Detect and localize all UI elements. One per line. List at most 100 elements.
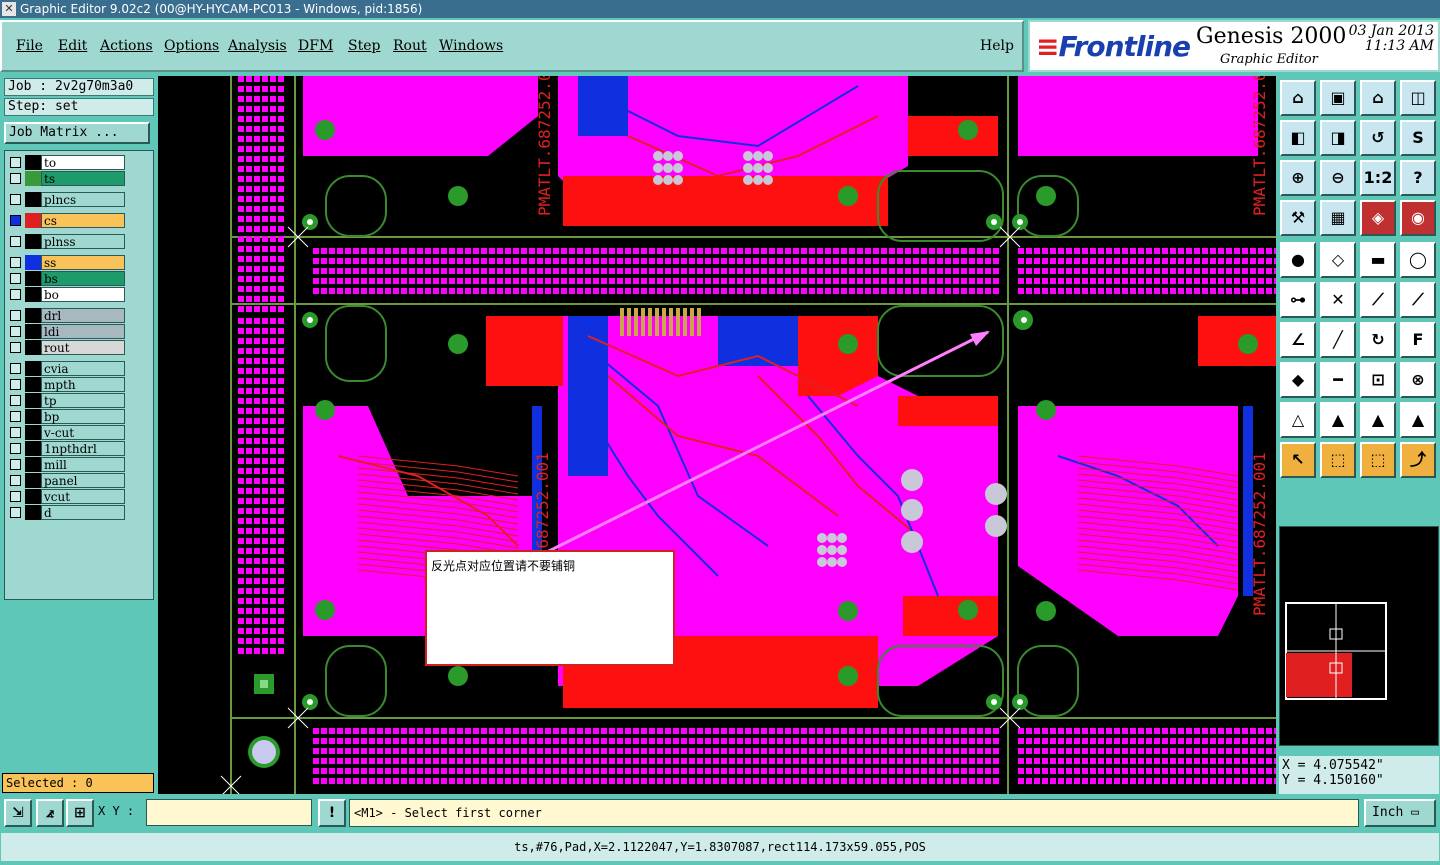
group-icon[interactable]: ⊗ <box>1400 362 1436 398</box>
layer-color-swatch[interactable] <box>25 155 41 170</box>
layer-checkbox[interactable] <box>10 363 21 374</box>
layer-checkbox[interactable] <box>10 257 21 268</box>
layer-row-d[interactable]: d <box>7 505 127 520</box>
layer-checkbox[interactable] <box>10 157 21 168</box>
minimap[interactable] <box>1279 526 1439 746</box>
layer-color-swatch[interactable] <box>25 425 41 440</box>
layer-name[interactable]: plncs <box>41 192 125 207</box>
pan-left-icon[interactable]: ◧ <box>1280 120 1316 156</box>
triangle-icon[interactable]: △ <box>1280 402 1316 438</box>
menu-help[interactable]: Help <box>980 38 1014 54</box>
layer-checkbox[interactable] <box>10 507 21 518</box>
layer-name[interactable]: vcut <box>41 489 125 504</box>
rotate-arc-icon[interactable]: ↻ <box>1360 322 1396 358</box>
layer-name[interactable]: ts <box>41 171 125 186</box>
layer-row-cvia[interactable]: cvia <box>7 361 127 376</box>
layer-checkbox[interactable] <box>10 289 21 300</box>
layer-color-swatch[interactable] <box>25 234 41 249</box>
layer-row-bp[interactable]: bp <box>7 409 127 424</box>
layer-checkbox[interactable] <box>10 215 21 226</box>
split-icon[interactable]: ━ <box>1320 362 1356 398</box>
menu-step[interactable]: Step <box>348 38 380 54</box>
grid-icon[interactable]: ▦ <box>1320 200 1356 236</box>
layer-color-swatch[interactable] <box>25 473 41 488</box>
fit-icon[interactable]: ⊡ <box>1360 362 1396 398</box>
layer-name[interactable]: bp <box>41 409 125 424</box>
layer-name[interactable]: ldi <box>41 324 125 339</box>
layer-checkbox[interactable] <box>10 443 21 454</box>
layer-checkbox[interactable] <box>10 459 21 470</box>
pan-right-icon[interactable]: ◨ <box>1320 120 1356 156</box>
layer-color-swatch[interactable] <box>25 324 41 339</box>
layer-row-v-cut[interactable]: v-cut <box>7 425 127 440</box>
layer-name[interactable]: d <box>41 505 125 520</box>
layer-name[interactable]: ss <box>41 255 125 270</box>
select-poly-icon[interactable]: ⬚ <box>1360 442 1396 478</box>
layer-row-tp[interactable]: tp <box>7 393 127 408</box>
window-icon[interactable]: ◫ <box>1400 80 1436 116</box>
layer-checkbox[interactable] <box>10 310 21 321</box>
layer-row-plnss[interactable]: plnss <box>7 234 127 249</box>
grid-icon[interactable]: ⊞ <box>66 799 94 827</box>
angle-icon[interactable]: ∠ <box>1280 322 1316 358</box>
layer-color-swatch[interactable] <box>25 489 41 504</box>
layer-color-swatch[interactable] <box>25 377 41 392</box>
layer-color-swatch[interactable] <box>25 271 41 286</box>
layer-name[interactable]: 1npthdrl <box>41 441 125 456</box>
xy-input[interactable] <box>146 799 312 826</box>
layer-name[interactable]: mpth <box>41 377 125 392</box>
layer-name[interactable]: rout <box>41 340 125 355</box>
layer-checkbox[interactable] <box>10 342 21 353</box>
layer-row-panel[interactable]: panel <box>7 473 127 488</box>
layer-checkbox[interactable] <box>10 326 21 337</box>
zoom-out-icon[interactable]: ⊖ <box>1320 160 1356 196</box>
zoom-in-icon[interactable]: ⊕ <box>1280 160 1316 196</box>
unit-selector[interactable]: Inch ▭ <box>1364 799 1436 827</box>
layer-name[interactable]: v-cut <box>41 425 125 440</box>
menu-edit[interactable]: Edit <box>58 38 87 54</box>
triangle3-icon[interactable]: ▲ <box>1360 402 1396 438</box>
layer-name[interactable]: bo <box>41 287 125 302</box>
window-close-icon[interactable]: ✕ <box>2 2 16 16</box>
warning-icon[interactable]: ! <box>318 799 346 827</box>
edit-shape-icon[interactable]: ◇ <box>1320 242 1356 278</box>
layer-checkbox[interactable] <box>10 273 21 284</box>
layer-row-plncs[interactable]: plncs <box>7 192 127 207</box>
layer-row-ss[interactable]: ss <box>7 255 127 270</box>
minimap-viewport[interactable] <box>1286 653 1352 697</box>
menu-dfm[interactable]: DFM <box>298 38 333 54</box>
layer-color-swatch[interactable] <box>25 361 41 376</box>
home-icon[interactable]: ⌂ <box>1360 80 1396 116</box>
layer-name[interactable]: cs <box>41 213 125 228</box>
layer-row-to[interactable]: to <box>7 155 127 170</box>
layer-row-cs[interactable]: cs <box>7 213 127 228</box>
text-icon[interactable]: F <box>1400 322 1436 358</box>
measure-icon[interactable]: ⦨ <box>36 799 64 827</box>
rotate-icon[interactable]: ↺ <box>1360 120 1396 156</box>
layer-color-swatch[interactable] <box>25 255 41 270</box>
layer-row-bo[interactable]: bo <box>7 287 127 302</box>
layer-color-swatch[interactable] <box>25 457 41 472</box>
layer-checkbox[interactable] <box>10 173 21 184</box>
zoom-home-icon[interactable]: ⌂ <box>1280 80 1316 116</box>
cross-icon[interactable]: ✕ <box>1320 282 1356 318</box>
menu-rout[interactable]: Rout <box>393 38 427 54</box>
layer-color-swatch[interactable] <box>25 308 41 323</box>
layer-checkbox[interactable] <box>10 427 21 438</box>
help-icon[interactable]: ? <box>1400 160 1436 196</box>
layer-row-vcut[interactable]: vcut <box>7 489 127 504</box>
pcb-graphic[interactable]: PMATLT.687252.001 PMATLT.687252.001PMATLT… <box>158 76 1276 794</box>
layer-row-bs[interactable]: bs <box>7 271 127 286</box>
layer-color-swatch[interactable] <box>25 505 41 520</box>
circle-icon[interactable]: ◯ <box>1400 242 1436 278</box>
line-icon[interactable]: ⟋ <box>1360 282 1396 318</box>
tools-icon[interactable]: ⚒ <box>1280 200 1316 236</box>
layer-checkbox[interactable] <box>10 411 21 422</box>
layer-checkbox[interactable] <box>10 236 21 247</box>
layer-color-swatch[interactable] <box>25 409 41 424</box>
select-box-icon[interactable]: ⬚ <box>1320 442 1356 478</box>
menu-file[interactable]: File <box>16 38 43 54</box>
layer-row-1npthdrl[interactable]: 1npthdrl <box>7 441 127 456</box>
layer-row-rout[interactable]: rout <box>7 340 127 355</box>
layer-row-mpth[interactable]: mpth <box>7 377 127 392</box>
